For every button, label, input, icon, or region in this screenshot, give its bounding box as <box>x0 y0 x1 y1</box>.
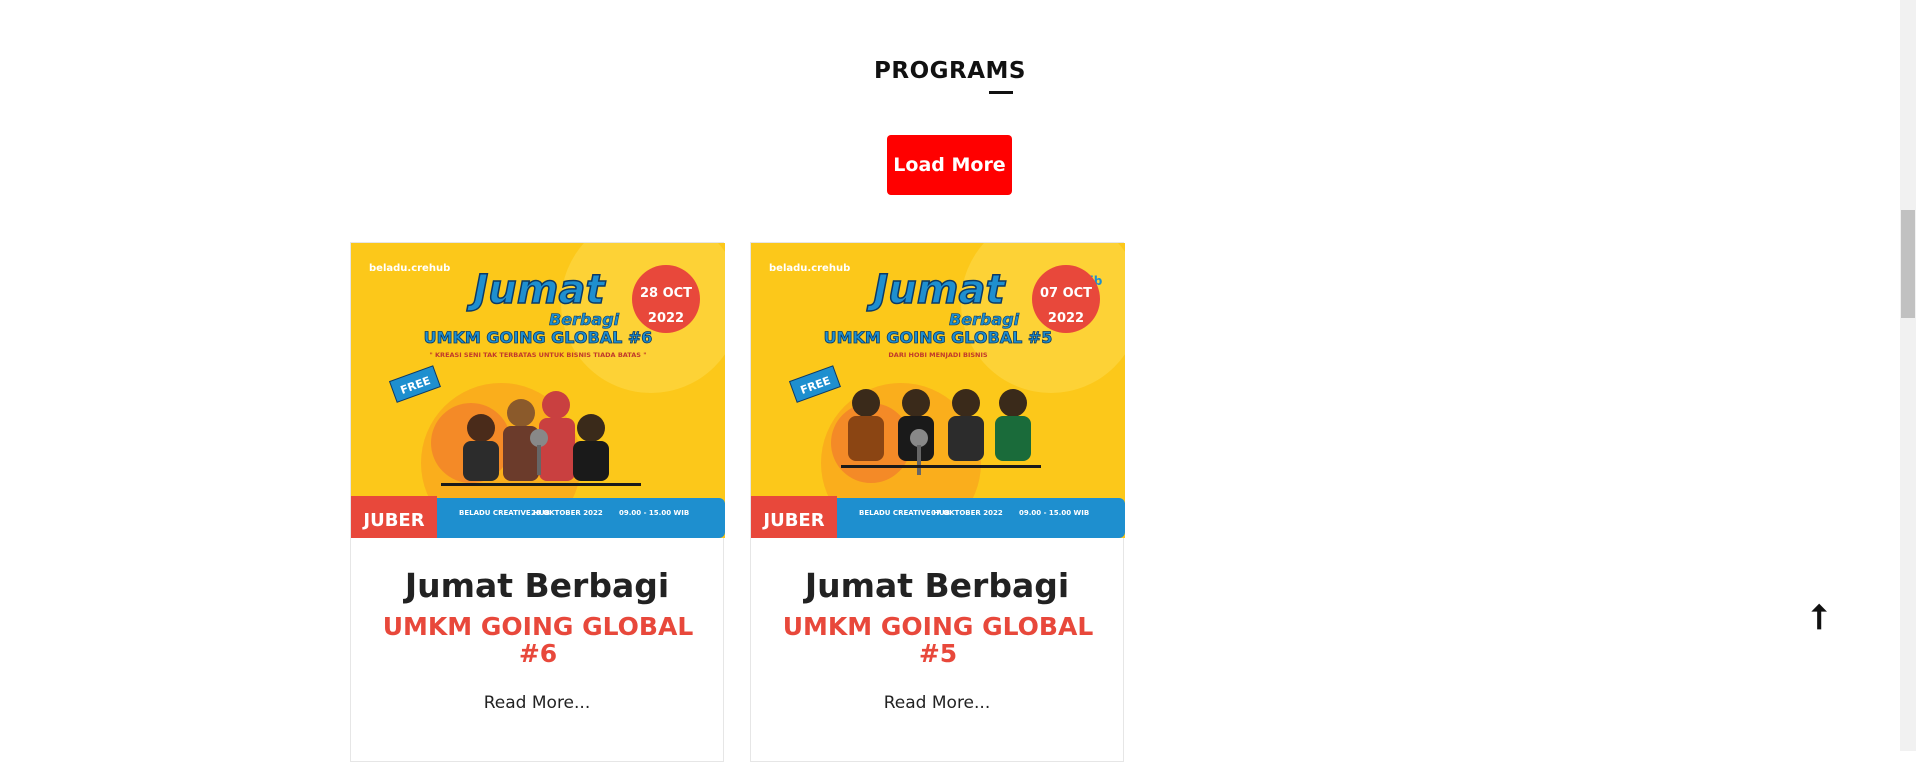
poster-date-year: 2022 <box>648 311 684 326</box>
program-card[interactable]: beladu.crehub Jumat Berbagi UMKM GOING G… <box>750 242 1125 762</box>
card-subtitle: UMKM GOING GLOBAL #5 <box>782 612 1094 668</box>
card-title[interactable]: Jumat Berbagi <box>351 566 723 605</box>
load-more-button[interactable]: Load More <box>887 135 1012 195</box>
read-more-link[interactable]: Read More... <box>751 693 1123 713</box>
program-poster-image[interactable]: beladu.crehub Jumat Berbagi UMKM GOING G… <box>351 243 725 538</box>
poster-tagline: " KREASI SENI TAK TERBATAS UNTUK BISNIS … <box>429 351 646 359</box>
poster-banner: UMKM GOING GLOBAL #6 <box>424 328 653 347</box>
poster-logo-text: beladu.crehub <box>369 263 450 274</box>
category-badge: JUBER <box>351 496 437 538</box>
poster-headline-sub: Berbagi <box>949 310 1020 329</box>
program-card[interactable]: beladu.crehub Jumat Berbagi UMKM GOING G… <box>350 242 725 762</box>
poster-headline: Jumat <box>866 267 1006 313</box>
poster-date-day: 28 OCT <box>640 286 692 301</box>
poster-headline-sub: Berbagi <box>549 310 620 329</box>
scrollbar-thumb[interactable] <box>1901 210 1915 318</box>
poster-date-strip: 07 OKTOBER 2022 <box>931 509 1003 517</box>
card-subtitle: UMKM GOING GLOBAL #6 <box>382 612 694 668</box>
program-poster-image[interactable]: beladu.crehub Jumat Berbagi UMKM GOING G… <box>751 243 1125 538</box>
poster-headline: Jumat <box>466 267 606 313</box>
poster-tagline: DARI HOBI MENJADI BISNIS <box>888 351 988 359</box>
read-more-link[interactable]: Read More... <box>351 693 723 713</box>
poster-banner: UMKM GOING GLOBAL #5 <box>824 328 1053 347</box>
poster-logo-text: beladu.crehub <box>769 263 850 274</box>
section-title: PROGRAMS <box>874 58 1026 84</box>
poster-time-strip: 09.00 - 15.00 WIB <box>619 509 689 517</box>
poster-date-year: 2022 <box>1048 311 1084 326</box>
poster-date-strip: 28 OKTOBER 2022 <box>531 509 603 517</box>
card-title[interactable]: Jumat Berbagi <box>751 566 1123 605</box>
back-to-top-icon[interactable]: ⭡ <box>1804 598 1834 638</box>
scrollbar[interactable] <box>1900 0 1916 751</box>
title-underline <box>989 91 1013 94</box>
category-badge: JUBER <box>751 496 837 538</box>
poster-time-strip: 09.00 - 15.00 WIB <box>1019 509 1089 517</box>
poster-date-day: 07 OCT <box>1040 286 1092 301</box>
